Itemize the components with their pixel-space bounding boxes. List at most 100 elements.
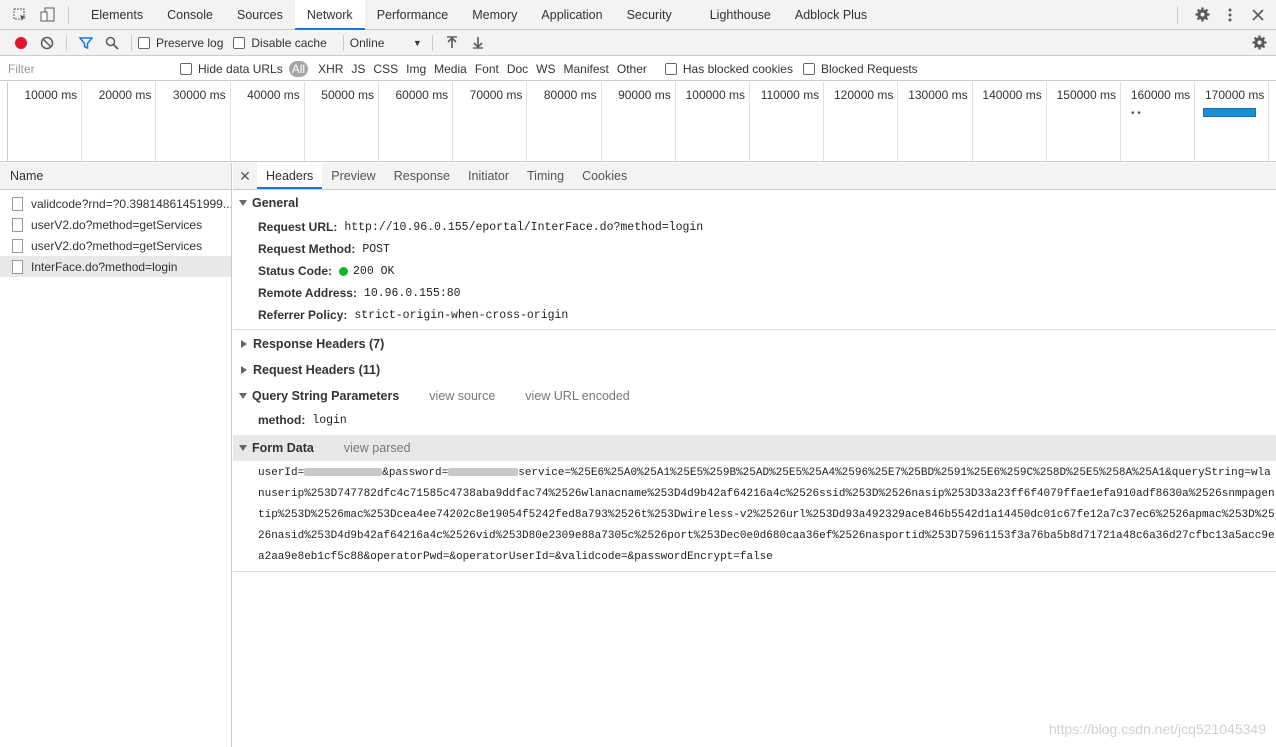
checkbox-box[interactable]	[233, 36, 246, 49]
close-details-icon[interactable]: ✕	[233, 168, 257, 185]
tab-preview[interactable]: Preview	[322, 163, 384, 189]
type-filter-doc[interactable]: Doc	[507, 62, 534, 76]
disable-cache-label: Disable cache	[251, 35, 327, 50]
inspect-element-icon[interactable]	[6, 0, 34, 30]
form-data-section-title[interactable]: Form Data view parsed	[233, 435, 1276, 461]
tab-application[interactable]: Application	[529, 0, 614, 30]
remote-address-label: Remote Address:	[258, 286, 357, 300]
tab-network[interactable]: Network	[294, 0, 365, 30]
filter-input[interactable]: Filter	[8, 62, 168, 76]
hide-data-urls-checkbox[interactable]: Hide data URLs	[180, 62, 283, 76]
request-row-selected[interactable]: InterFace.do?method=login	[0, 256, 231, 277]
file-icon	[12, 217, 23, 232]
type-filter-all[interactable]: All	[288, 60, 309, 77]
checkbox-box[interactable]	[180, 62, 192, 75]
query-param-key: method:	[258, 413, 306, 427]
expand-triangle-icon	[239, 393, 247, 399]
expand-triangle-icon	[239, 200, 247, 206]
record-icon[interactable]	[8, 30, 34, 56]
type-filter-css[interactable]: CSS	[373, 62, 404, 76]
form-data-password-key: &password=	[382, 467, 449, 479]
type-filter-media[interactable]: Media	[434, 62, 473, 76]
preserve-log-checkbox[interactable]: Preserve log	[138, 36, 223, 50]
type-filter-manifest[interactable]: Manifest	[564, 62, 615, 76]
view-url-encoded-link[interactable]: view URL encoded	[525, 389, 629, 403]
overview-tick: 160000 ms	[1121, 82, 1196, 161]
blocked-requests-checkbox[interactable]: Blocked Requests	[802, 61, 918, 76]
remote-address-row: Remote Address: 10.96.0.155:80	[233, 282, 1276, 304]
overview-left-handle[interactable]	[0, 82, 8, 161]
type-filter-js[interactable]: JS	[351, 62, 371, 76]
type-filter-xhr[interactable]: XHR	[318, 62, 349, 76]
redacted-userid	[304, 468, 383, 477]
view-source-link[interactable]: view source	[429, 389, 495, 403]
request-name: userV2.do?method=getServices	[31, 238, 203, 253]
type-filter-other[interactable]: Other	[617, 62, 653, 76]
settings-gear-icon[interactable]	[1188, 0, 1216, 30]
checkbox-box[interactable]	[802, 62, 815, 75]
tab-adblock-plus[interactable]: Adblock Plus	[783, 0, 879, 30]
overview-tick: 170000 ms	[1195, 82, 1270, 161]
tab-elements[interactable]: Elements	[79, 0, 155, 30]
request-row[interactable]: userV2.do?method=getServices	[0, 214, 231, 235]
general-section-title[interactable]: General	[233, 190, 1276, 216]
overview-tick: 20000 ms	[82, 82, 157, 161]
network-overview-timeline[interactable]: 10000 ms 20000 ms 30000 ms 40000 ms 50000 ms…	[0, 82, 1276, 162]
search-icon[interactable]	[99, 30, 125, 56]
type-filter-img[interactable]: Img	[406, 62, 432, 76]
close-devtools-icon[interactable]	[1244, 0, 1272, 30]
referrer-policy-value: strict-origin-when-cross-origin	[354, 308, 569, 322]
network-toolbar: Preserve log Disable cache Online ▼	[0, 30, 1276, 56]
tab-response[interactable]: Response	[385, 163, 459, 189]
request-headers-section[interactable]: Request Headers (11)	[233, 357, 1276, 383]
import-har-icon[interactable]	[439, 30, 465, 56]
type-filter-ws[interactable]: WS	[536, 62, 561, 76]
request-row[interactable]: userV2.do?method=getServices	[0, 235, 231, 256]
overview-tick: 60000 ms	[379, 82, 454, 161]
request-method-row: Request Method: POST	[233, 238, 1276, 260]
tab-cookies[interactable]: Cookies	[573, 163, 636, 189]
export-har-icon[interactable]	[465, 30, 491, 56]
has-blocked-cookies-checkbox[interactable]: Has blocked cookies	[664, 62, 793, 76]
query-string-section-title[interactable]: Query String Parameters view source view…	[233, 383, 1276, 409]
filter-icon[interactable]	[73, 30, 99, 56]
general-section: General Request URL: http://10.96.0.155/…	[233, 190, 1276, 330]
view-parsed-link[interactable]: view parsed	[344, 441, 411, 455]
request-url-label: Request URL:	[258, 220, 338, 234]
collapsed-triangle-icon	[241, 366, 247, 374]
name-column-header[interactable]: Name	[0, 163, 231, 190]
more-options-icon[interactable]	[1216, 0, 1244, 30]
referrer-policy-label: Referrer Policy:	[258, 308, 348, 322]
checkbox-box[interactable]	[138, 36, 150, 49]
throttling-select[interactable]: Online ▼	[350, 36, 422, 50]
tab-headers[interactable]: Headers	[257, 163, 323, 189]
tab-lighthouse[interactable]: Lighthouse	[698, 0, 783, 30]
query-param-value: login	[312, 413, 347, 427]
tab-timing[interactable]: Timing	[518, 163, 573, 189]
device-toolbar-icon[interactable]	[34, 0, 62, 30]
type-filter-font[interactable]: Font	[475, 62, 505, 76]
status-code-row: Status Code: 200 OK	[233, 260, 1276, 282]
tab-performance[interactable]: Performance	[365, 0, 461, 30]
response-headers-section[interactable]: Response Headers (7)	[233, 331, 1276, 357]
disable-cache-checkbox[interactable]: Disable cache	[233, 35, 327, 50]
clear-icon[interactable]	[34, 30, 60, 56]
expand-triangle-icon	[239, 445, 247, 451]
tab-console[interactable]: Console	[155, 0, 225, 30]
response-headers-title: Response Headers (7)	[253, 337, 385, 351]
checkbox-box[interactable]	[664, 62, 677, 75]
divider	[68, 5, 69, 24]
file-icon	[12, 196, 23, 211]
file-icon	[12, 238, 23, 253]
blocked-requests-label: Blocked Requests	[820, 61, 918, 76]
tab-security[interactable]: Security	[615, 0, 684, 30]
divider	[66, 34, 67, 51]
tab-memory[interactable]: Memory	[460, 0, 529, 30]
request-name: InterFace.do?method=login	[31, 259, 178, 274]
overview-tick: 40000 ms	[231, 82, 305, 161]
network-settings-gear-icon[interactable]	[1246, 30, 1272, 56]
request-row[interactable]: validcode?rnd=?0.39814861451999...	[0, 193, 231, 214]
request-url-row: Request URL: http://10.96.0.155/eportal/…	[233, 216, 1276, 238]
tab-sources[interactable]: Sources	[225, 0, 295, 30]
tab-initiator[interactable]: Initiator	[459, 163, 518, 189]
